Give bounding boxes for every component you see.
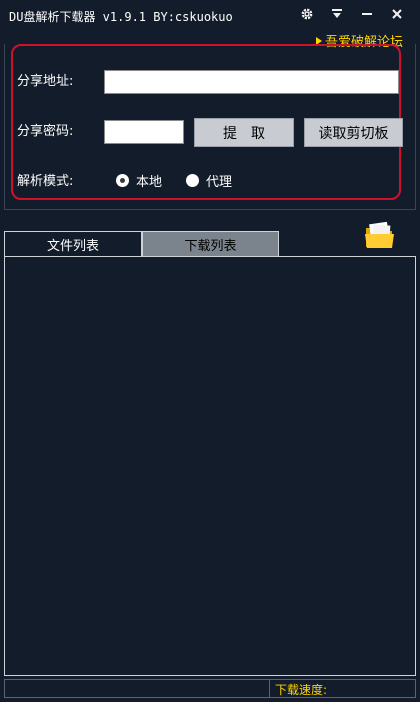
minimize-button[interactable] (356, 4, 378, 24)
minimize-icon (362, 13, 372, 15)
status-divider (269, 680, 270, 697)
mode-local-label: 本地 (136, 175, 163, 190)
app-title: DU盘解析下载器 v1.9.1 BY:cskuokuo (9, 10, 233, 24)
radio-unselected-icon (186, 174, 199, 187)
tab-file-list[interactable]: 文件列表 (4, 231, 142, 257)
mode-radio-proxy[interactable]: 代理 (186, 171, 232, 190)
menu-dropdown-button[interactable] (326, 4, 348, 24)
tab-bar: 文件列表 下载列表 (4, 231, 416, 257)
gear-icon (301, 8, 313, 20)
mode-proxy-label: 代理 (206, 175, 233, 190)
mode-radio-local[interactable]: 本地 (116, 171, 162, 190)
share-password-label: 分享密码: (17, 124, 74, 139)
status-bar: 下载速度: (4, 679, 416, 698)
read-clipboard-button[interactable]: 读取剪切板 (304, 118, 403, 147)
download-speed-label: 下载速度: (275, 683, 328, 697)
chevron-down-icon (332, 9, 342, 18)
file-list-panel[interactable] (4, 256, 416, 676)
tab-download-list[interactable]: 下载列表 (142, 231, 279, 257)
settings-button[interactable] (296, 4, 318, 24)
share-url-input[interactable] (104, 70, 399, 94)
share-url-label: 分享地址: (17, 74, 74, 89)
close-icon (392, 9, 402, 19)
close-button[interactable] (386, 4, 408, 24)
title-bar: DU盘解析下载器 v1.9.1 BY:cskuokuo (0, 0, 420, 30)
share-password-input[interactable] (104, 120, 184, 144)
parse-mode-label: 解析模式: (17, 174, 74, 189)
radio-selected-icon (116, 174, 129, 187)
extract-button[interactable]: 提 取 (194, 118, 294, 147)
